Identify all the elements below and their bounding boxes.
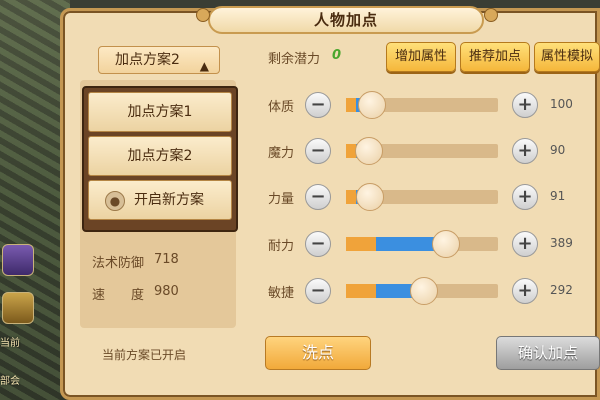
minus-strength-button[interactable]: −	[305, 184, 331, 210]
title-ornament-right-icon	[484, 8, 498, 22]
side-text-1: 当前	[0, 338, 20, 349]
constitution-slider-thumb[interactable]	[357, 91, 386, 119]
simulate-button[interactable]: 属性模拟	[534, 42, 600, 72]
attr-label-constitution: 体质	[268, 100, 295, 115]
chevron-up-icon: ▲	[199, 59, 209, 73]
minus-endurance-button[interactable]: −	[305, 231, 331, 257]
attr-value-agility: 292	[550, 283, 573, 297]
potential-value: 0	[332, 48, 342, 63]
attr-label-endurance: 耐力	[268, 239, 295, 254]
scheme-dropdown-menu: 加点方案1 加点方案2 ● 开启新方案	[82, 86, 238, 232]
strength-base-fill	[346, 190, 356, 204]
attr-value-constitution: 100	[550, 97, 573, 111]
potential-label: 剩余潜力	[268, 52, 321, 67]
plus-endurance-button[interactable]: +	[512, 231, 538, 257]
scheme-dropdown-label: 加点方案2	[115, 52, 180, 68]
attr-label-magic: 魔力	[268, 146, 295, 161]
strength-slider-track[interactable]	[346, 183, 498, 211]
title-bar: 人物加点	[208, 6, 484, 34]
panel-title: 人物加点	[313, 11, 378, 29]
stat-label-speed: 速 度	[92, 288, 145, 303]
stat-value-speed: 980	[154, 284, 179, 299]
magic-slider-track[interactable]	[346, 137, 498, 165]
agility-slider-track[interactable]	[346, 277, 498, 305]
endurance-slider-track[interactable]	[346, 230, 498, 258]
magic-slider-thumb[interactable]	[354, 137, 383, 165]
scheme-status-text: 当前方案已开启	[102, 348, 187, 362]
attr-value-magic: 90	[550, 143, 566, 157]
dropdown-item-scheme-1[interactable]: 加点方案1	[88, 92, 232, 132]
minus-agility-button[interactable]: −	[305, 278, 331, 304]
dropdown-item-scheme-2[interactable]: 加点方案2	[88, 136, 232, 176]
title-ornament-left-icon	[196, 8, 210, 22]
side-skill-icon[interactable]	[2, 244, 34, 276]
dropdown-item-new-scheme[interactable]: ● 开启新方案	[88, 180, 232, 220]
side-text-2: 部会	[0, 376, 20, 387]
plus-magic-button[interactable]: +	[512, 138, 538, 164]
constitution-base-fill	[346, 98, 356, 112]
stat-value-magic-defense: 718	[154, 252, 179, 267]
stat-label-magic-defense: 法术防御	[92, 256, 145, 271]
minus-constitution-button[interactable]: −	[305, 92, 331, 118]
attr-value-endurance: 389	[550, 236, 573, 250]
minus-magic-button[interactable]: −	[305, 138, 331, 164]
scheme-dropdown-button[interactable]: 加点方案2 ▲	[98, 46, 220, 74]
recommend-button[interactable]: 推荐加点	[460, 42, 530, 72]
wash-points-button[interactable]: 洗点	[265, 336, 371, 370]
side-chat-icon[interactable]	[2, 292, 34, 324]
lock-icon: ●	[105, 191, 125, 211]
constitution-slider-track[interactable]	[346, 91, 498, 119]
new-scheme-label: 开启新方案	[134, 192, 204, 208]
plus-constitution-button[interactable]: +	[512, 92, 538, 118]
plus-strength-button[interactable]: +	[512, 184, 538, 210]
attr-label-strength: 力量	[268, 192, 295, 207]
attr-label-agility: 敏捷	[268, 286, 295, 301]
endurance-base-fill	[346, 237, 377, 251]
attr-value-strength: 91	[550, 189, 566, 203]
plus-agility-button[interactable]: +	[512, 278, 538, 304]
agility-base-fill	[346, 284, 377, 298]
add-attribute-button[interactable]: 增加属性	[386, 42, 456, 72]
agility-slider-thumb[interactable]	[409, 277, 438, 305]
confirm-button[interactable]: 确认加点	[496, 336, 600, 370]
